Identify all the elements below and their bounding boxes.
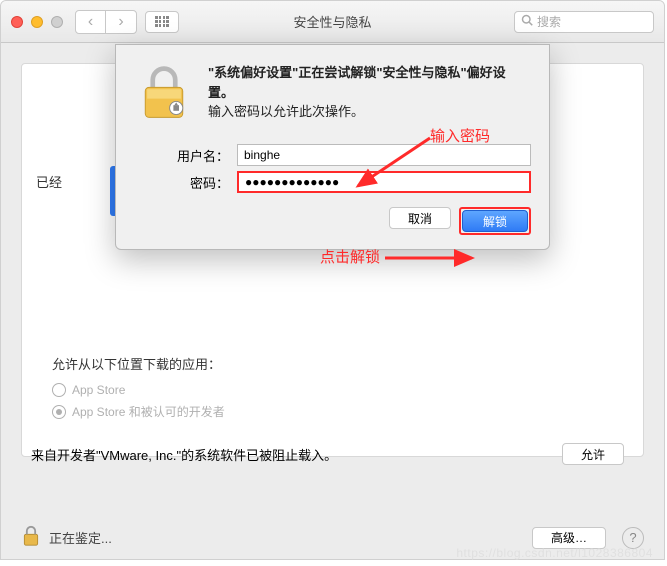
auth-dialog: "系统偏好设置"正在尝试解锁"安全性与隐私"偏好设置。 输入密码以允许此次操作。… (115, 44, 550, 250)
username-label: 用户名： (134, 146, 229, 165)
lock-status[interactable]: 正在鉴定... (21, 524, 112, 551)
minimize-icon[interactable] (31, 16, 43, 28)
close-icon[interactable] (11, 16, 23, 28)
lock-large-icon (134, 63, 194, 128)
forward-icon[interactable]: › (106, 11, 136, 33)
window-controls (11, 16, 63, 28)
grid-icon (155, 16, 169, 28)
password-row: 密码： (134, 171, 531, 193)
maximize-icon (51, 16, 63, 28)
left-cut-label: 已经 (36, 172, 62, 191)
back-icon[interactable]: ‹ (76, 11, 106, 33)
dialog-heading: "系统偏好设置"正在尝试解锁"安全性与隐私"偏好设置。 (208, 63, 531, 102)
lock-status-text: 正在鉴定... (49, 528, 112, 547)
dialog-buttons: 取消 解锁 (134, 207, 531, 235)
allow-button[interactable]: 允许 (562, 443, 624, 465)
auth-form: 用户名： 密码： (134, 144, 531, 193)
username-field[interactable] (237, 144, 531, 166)
blocked-software-row: 来自开发者"VMware, Inc."的系统软件已被阻止载入。 允许 (31, 443, 624, 465)
password-field[interactable] (237, 171, 531, 193)
radio-icon (52, 383, 66, 397)
window-title: 安全性与隐私 (293, 12, 371, 31)
dialog-subheading: 输入密码以允许此次操作。 (208, 102, 531, 122)
unlock-highlight: 解锁 (459, 207, 531, 235)
password-label: 密码： (134, 173, 229, 192)
cancel-button[interactable]: 取消 (389, 207, 451, 229)
radio-identified-row[interactable]: App Store 和被认可的开发者 (52, 403, 225, 420)
download-apps-label: 允许从以下位置下载的应用： (52, 354, 225, 373)
username-row: 用户名： (134, 144, 531, 166)
radio-appstore-row[interactable]: App Store (52, 383, 225, 397)
search-icon (521, 14, 533, 29)
radio-icon-checked (52, 405, 66, 419)
search-input[interactable]: 搜索 (514, 11, 654, 33)
blocked-text: 来自开发者"VMware, Inc."的系统软件已被阻止载入。 (31, 445, 337, 464)
nav-back-forward[interactable]: ‹ › (75, 10, 137, 34)
radio-group: App Store App Store 和被认可的开发者 (52, 383, 225, 420)
download-apps-section: 允许从以下位置下载的应用： App Store App Store 和被认可的开… (52, 354, 225, 426)
search-placeholder: 搜索 (537, 13, 561, 30)
lock-icon (21, 524, 41, 551)
titlebar: ‹ › 安全性与隐私 搜索 (1, 1, 664, 43)
radio-appstore-label: App Store (72, 383, 125, 397)
watermark: https://blog.csdn.net/l1028386804 (456, 546, 653, 560)
dialog-message: "系统偏好设置"正在尝试解锁"安全性与隐私"偏好设置。 输入密码以允许此次操作。 (208, 63, 531, 128)
unlock-button[interactable]: 解锁 (462, 210, 528, 232)
show-all-button[interactable] (145, 11, 179, 33)
radio-identified-label: App Store 和被认可的开发者 (72, 403, 225, 420)
